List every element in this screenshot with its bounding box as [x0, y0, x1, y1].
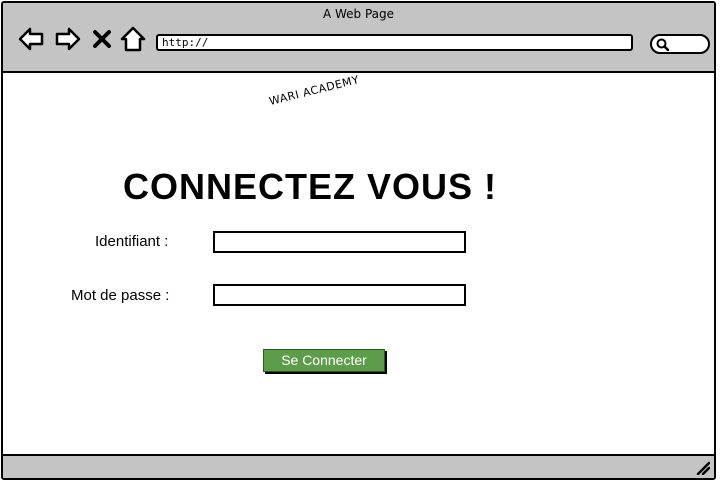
address-bar[interactable]: http:// [156, 34, 633, 51]
stop-close-icon[interactable] [91, 25, 113, 53]
password-input[interactable] [213, 284, 466, 306]
username-input[interactable] [213, 231, 466, 253]
page-title: CONNECTEZ VOUS ! [123, 166, 498, 207]
status-bar [3, 454, 714, 478]
search-icon [656, 38, 669, 51]
resize-grip-icon[interactable] [694, 459, 711, 476]
search-field[interactable] [650, 34, 710, 54]
window-title: A Web Page [322, 7, 395, 21]
back-arrow-icon[interactable] [17, 25, 45, 53]
browser-toolbar: A Web Page http:// [3, 3, 714, 73]
login-button[interactable]: Se Connecter [263, 349, 385, 372]
brand-logo-text: WARI ACADEMY [267, 73, 361, 108]
home-icon[interactable] [119, 25, 147, 53]
browser-window: A Web Page http:// WARI ACADEMY CONNECTE… [1, 1, 716, 480]
forward-arrow-icon[interactable] [54, 25, 82, 53]
username-label: Identifiant : [95, 233, 169, 250]
password-label: Mot de passe : [71, 287, 170, 304]
